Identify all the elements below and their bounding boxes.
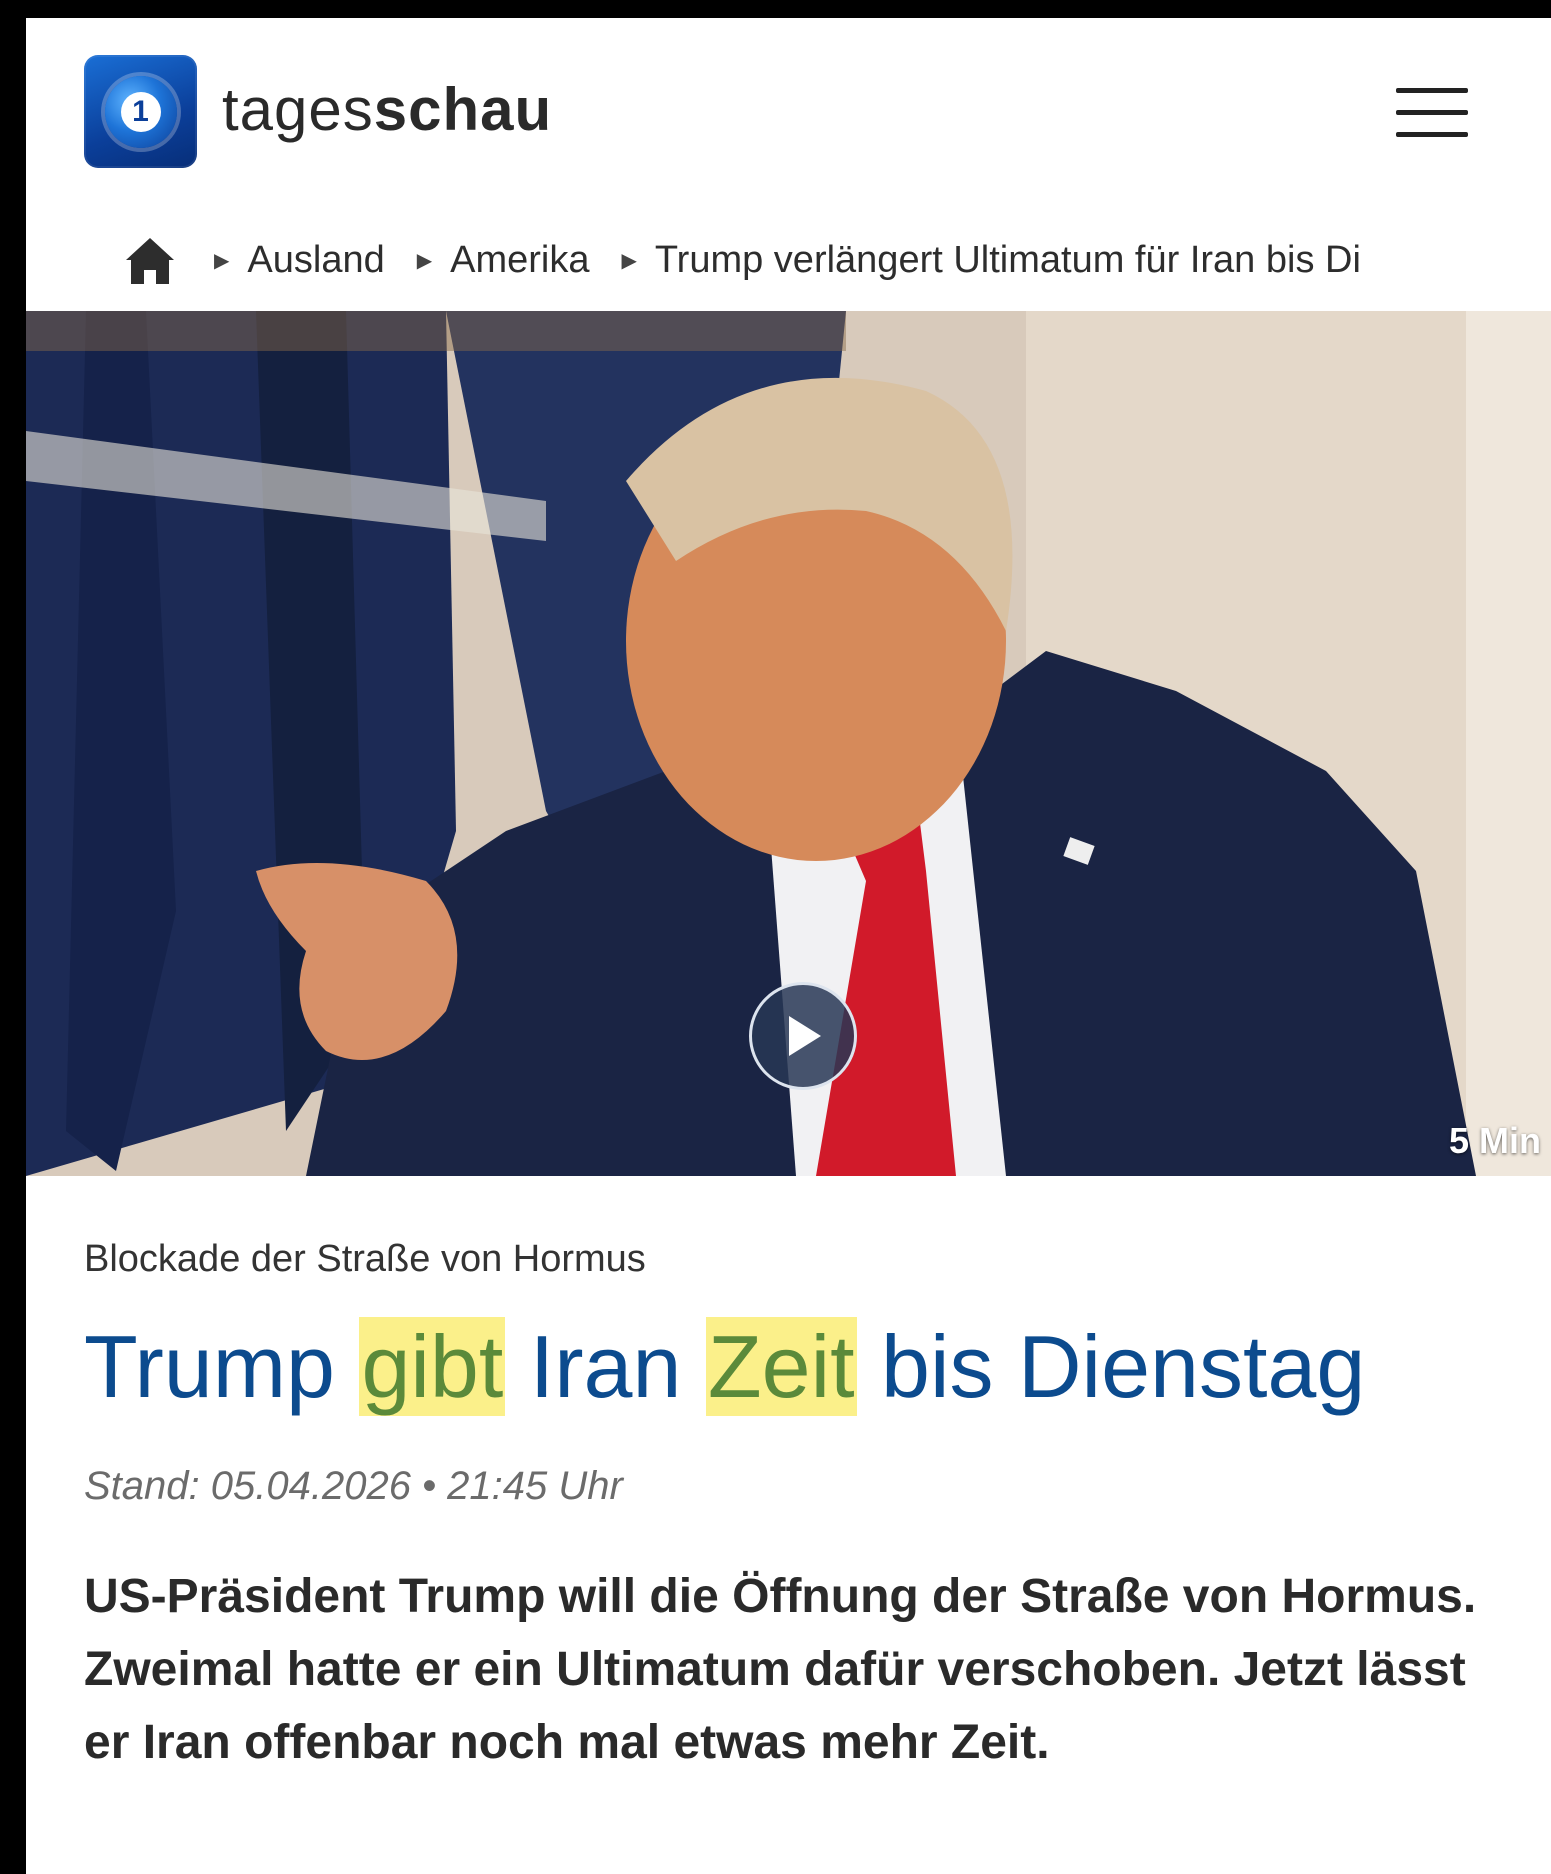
menu-line: [1396, 110, 1468, 115]
ard-one-icon: 1: [120, 91, 161, 132]
article-lead: US-Präsident Trump will die Öffnung der …: [84, 1570, 1477, 1769]
headline-word: bis Dienstag: [881, 1317, 1366, 1416]
page: 1 tagesschau ▶ Ausland ▶ Amerika ▶ Trump…: [26, 18, 1551, 1874]
video-duration: 5 Min: [1448, 1120, 1541, 1161]
globe-icon: 1: [104, 75, 177, 148]
menu-line: [1396, 88, 1468, 93]
hamburger-menu-icon[interactable]: [1396, 88, 1468, 140]
headline-highlight: gibt: [359, 1317, 506, 1416]
headline-word: Iran: [529, 1317, 682, 1416]
chevron-right-icon: ▶: [214, 249, 230, 272]
breadcrumb-item-amerika[interactable]: Amerika: [450, 239, 589, 282]
article-dateline: Stand: 05.04.2026 • 21:45 Uhr: [84, 1464, 623, 1508]
hero-video[interactable]: 5 Min: [26, 311, 1551, 1176]
breadcrumb-item-ausland[interactable]: Ausland: [247, 239, 384, 282]
article-topline: Blockade der Straße von Hormus: [84, 1238, 646, 1280]
play-icon: [789, 1016, 821, 1056]
headline-word: Trump: [84, 1317, 335, 1416]
chevron-right-icon: ▶: [416, 249, 433, 272]
brand-bold: schau: [373, 76, 553, 143]
breadcrumb-item-current: Trump verlängert Ultimatum für Iran bis …: [654, 238, 1361, 281]
chevron-right-icon: ▶: [621, 249, 637, 272]
menu-line: [1396, 132, 1468, 137]
article-headline: Trump gibt Iran Zeit bis Dienstag: [84, 1305, 1365, 1428]
brand-name[interactable]: tagesschau: [222, 80, 552, 140]
play-button[interactable]: [749, 982, 857, 1090]
brand-light: tages: [222, 76, 374, 143]
headline-highlight: Zeit: [705, 1317, 857, 1416]
site-header: 1 tagesschau: [26, 18, 1551, 208]
home-icon[interactable]: [122, 232, 178, 288]
tagesschau-logo-icon[interactable]: 1: [84, 55, 197, 168]
breadcrumb: ▶ Ausland ▶ Amerika ▶ Trump verlängert U…: [122, 230, 1551, 290]
